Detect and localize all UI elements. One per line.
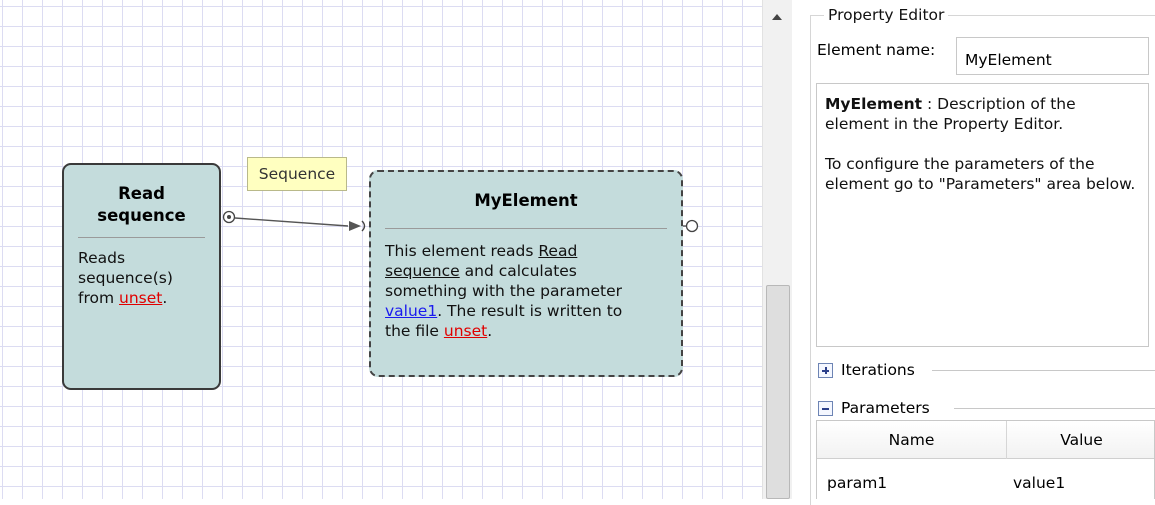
element-name-field[interactable] — [956, 37, 1149, 75]
column-header-value[interactable]: Value — [1007, 421, 1155, 459]
description-paragraph: MyElement : Description of the element i… — [825, 94, 1140, 134]
workflow-canvas[interactable]: Read sequence Reads sequence(s) from uns… — [0, 0, 762, 499]
element-name-label: Element name: — [817, 41, 936, 59]
description-text: from — [78, 289, 119, 307]
parameters-table: Name Value param1 value1 — [816, 420, 1155, 499]
element-title: Read sequence — [64, 183, 219, 227]
element-description: This element reads Read sequence and cal… — [385, 241, 673, 341]
column-header-name[interactable]: Name — [817, 421, 1007, 459]
element-title-line: Read — [118, 184, 165, 203]
description-text: . — [487, 322, 493, 340]
description-text: and calculates — [459, 262, 577, 280]
scrollbar-thumb[interactable] — [766, 285, 790, 499]
connection-arrowhead — [349, 221, 361, 231]
input-element-link[interactable]: Read — [538, 242, 577, 260]
element-my-element[interactable]: MyElement This element reads Read sequen… — [369, 170, 683, 377]
iterations-label: Iterations — [841, 360, 919, 380]
element-read-sequence[interactable]: Read sequence Reads sequence(s) from uns… — [62, 163, 221, 390]
collapse-minus-icon[interactable] — [818, 401, 833, 416]
description-line: something with the parameter — [385, 282, 622, 300]
expand-plus-icon[interactable] — [818, 363, 833, 378]
section-divider — [954, 408, 1155, 409]
table-header-row: Name Value — [817, 421, 1154, 459]
connection-line[interactable] — [234, 217, 349, 227]
parameters-label: Parameters — [841, 398, 934, 418]
connection-label[interactable]: Sequence — [247, 157, 347, 191]
description-text: . The result is written to — [437, 302, 623, 320]
element-description-area: MyElement : Description of the element i… — [816, 83, 1149, 347]
parameters-section-header[interactable]: Parameters — [816, 398, 1155, 418]
description-line: Reads — [78, 249, 126, 267]
description-line: sequence(s) — [78, 269, 173, 287]
unset-output-link[interactable]: unset — [444, 322, 487, 340]
description-text: the file — [385, 322, 444, 340]
arrow-up-icon[interactable] — [772, 14, 782, 20]
iterations-section-header[interactable]: Iterations — [816, 360, 1155, 380]
element-description: Reads sequence(s) from unset. — [78, 248, 211, 308]
unset-output-link[interactable]: unset — [119, 289, 162, 307]
element-separator — [78, 237, 205, 238]
input-port-icon[interactable] — [361, 220, 366, 232]
input-element-link[interactable]: sequence — [385, 262, 460, 280]
canvas-vertical-scrollbar[interactable] — [762, 0, 792, 499]
description-paragraph: To configure the parameters of the eleme… — [825, 155, 1136, 193]
element-title: MyElement — [474, 191, 578, 210]
description-text: This element reads — [385, 242, 539, 260]
description-line: This element reads Read — [385, 241, 673, 261]
element-title-line: sequence — [97, 206, 186, 225]
property-editor-panel: Property Editor Element name: MyElement … — [792, 0, 1155, 505]
param-value-cell[interactable]: value1 — [1013, 473, 1065, 493]
property-editor-title: Property Editor — [824, 5, 949, 25]
description-text: . — [162, 289, 168, 307]
description-element-name: MyElement — [825, 95, 923, 113]
description-line: from unset. — [78, 288, 211, 308]
description-line: sequence and calculates — [385, 261, 673, 281]
param-name-cell[interactable]: param1 — [827, 473, 887, 493]
parameter-value-link[interactable]: value1 — [385, 302, 437, 320]
element-separator — [385, 228, 667, 229]
output-port-icon[interactable] — [685, 219, 699, 233]
section-divider — [932, 370, 1155, 371]
description-line: the file unset. — [385, 321, 673, 341]
description-line: value1. The result is written to — [385, 301, 673, 321]
output-port-dot — [227, 215, 231, 219]
